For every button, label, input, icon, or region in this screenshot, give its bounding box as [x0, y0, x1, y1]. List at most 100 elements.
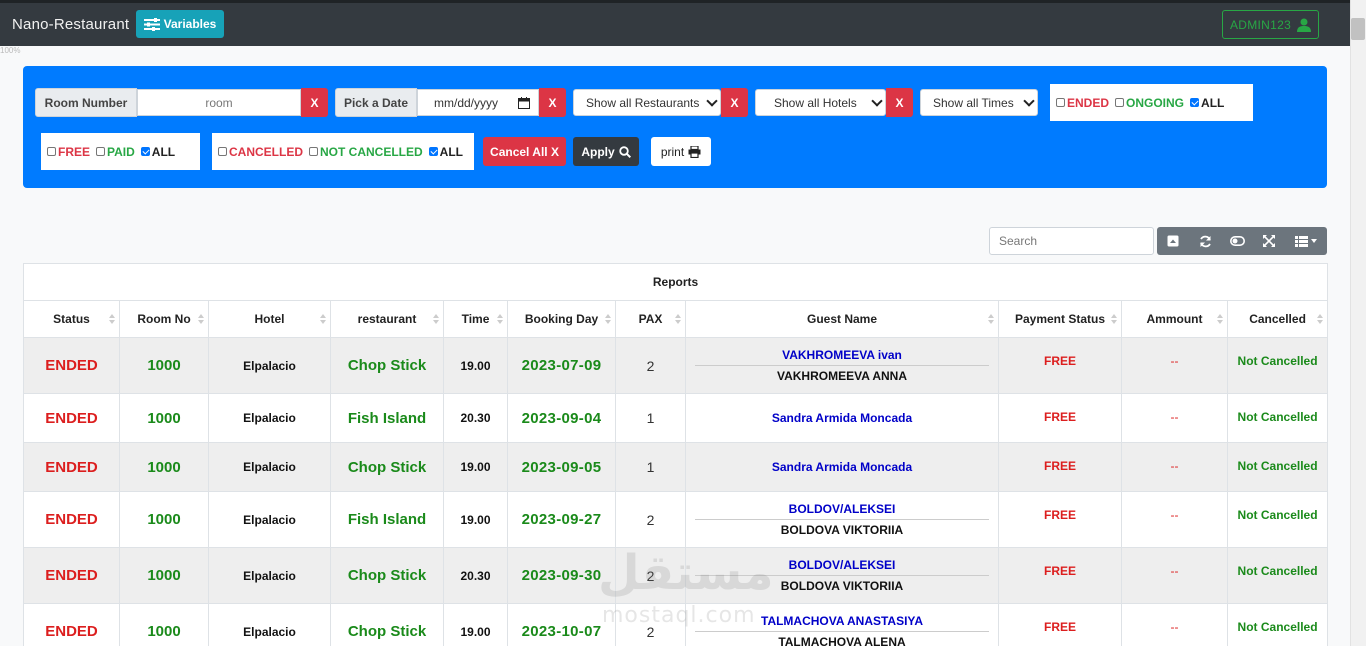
guest-name-primary[interactable]: VAKHROMEEVA ivan: [686, 348, 998, 362]
column-header[interactable]: Ammount: [1121, 300, 1228, 338]
sort-icon[interactable]: [988, 314, 994, 324]
checkbox-box[interactable]: [96, 147, 106, 156]
time-cell: 19.00: [443, 442, 508, 492]
restaurant-cell: Fish Island: [330, 491, 444, 548]
status-ended-checkbox[interactable]: ENDED: [1056, 96, 1109, 110]
payment-status-cell: FREE: [998, 603, 1122, 646]
pax-cell: 2: [615, 337, 686, 394]
toggle-view-button[interactable]: [1221, 227, 1253, 255]
variables-button[interactable]: Variables: [136, 10, 224, 38]
checkbox-box[interactable]: [218, 147, 227, 156]
hotel-select[interactable]: Show all Hotels: [755, 89, 886, 116]
guest-name-primary[interactable]: Sandra Armida Moncada: [686, 460, 998, 474]
cancel-all-checkbox[interactable]: ALL: [428, 145, 463, 159]
cancelled-cell: Not Cancelled: [1226, 603, 1329, 646]
table-row[interactable]: ENDED 1000 Elpalacio Chop Stick 20.30 2023-09…: [23, 547, 1329, 604]
hotel-select-value: Show all Hotels: [774, 95, 857, 110]
sort-icon[interactable]: [433, 314, 439, 324]
guest-divider: [695, 519, 989, 520]
table-row[interactable]: ENDED 1000 Elpalacio Chop Stick 19.00 2023-10…: [23, 603, 1329, 646]
checkbox-box[interactable]: [1056, 98, 1065, 107]
guest-name-secondary: VAKHROMEEVA ANNA: [776, 369, 907, 383]
table-row[interactable]: ENDED 1000 Elpalacio Chop Stick 19.00 2023-07…: [23, 337, 1329, 394]
table-row[interactable]: ENDED 1000 Elpalacio Fish Island 20.30 2023-0…: [23, 393, 1329, 443]
sort-icon[interactable]: [320, 314, 326, 324]
checkbox-box[interactable]: [309, 147, 318, 156]
checkbox-box[interactable]: [47, 147, 56, 156]
not-cancelled-checkbox[interactable]: NOT CANCELLED: [309, 145, 423, 159]
toggle-pagination-icon: [1167, 235, 1179, 247]
column-header[interactable]: restaurant: [330, 300, 444, 338]
page-scrollbar[interactable]: [1350, 0, 1366, 646]
clear-hotel-button[interactable]: X: [886, 88, 913, 117]
booking-day-cell: 2023-09-04: [507, 393, 616, 443]
apply-button[interactable]: Apply: [573, 137, 639, 166]
column-header[interactable]: Status: [23, 300, 120, 338]
column-header[interactable]: Payment Status: [998, 300, 1122, 338]
calendar-icon[interactable]: [518, 96, 530, 109]
sort-icon[interactable]: [675, 314, 681, 324]
columns-dropdown-button[interactable]: [1285, 227, 1327, 255]
payment-paid-checkbox[interactable]: PAID: [96, 145, 135, 159]
table-row[interactable]: ENDED 1000 Elpalacio Fish Island 19.00 2023-0…: [23, 491, 1329, 548]
pax-cell: 1: [615, 442, 686, 492]
booking-day-cell: 2023-09-27: [507, 491, 616, 548]
column-header[interactable]: Cancelled: [1226, 300, 1329, 338]
restaurant-cell: Chop Stick: [330, 547, 444, 604]
column-header[interactable]: Time: [443, 300, 508, 338]
sort-icon[interactable]: [1111, 314, 1117, 324]
column-header-label: restaurant: [357, 312, 417, 326]
guest-name-primary[interactable]: BOLDOV/ALEKSEI: [686, 558, 998, 572]
restaurant-cell: Chop Stick: [330, 603, 444, 646]
checkbox-box[interactable]: [1190, 98, 1200, 107]
print-button[interactable]: print: [651, 137, 711, 166]
guest-name-secondary: BOLDOVA VIKTORIIA: [780, 579, 904, 593]
sort-icon[interactable]: [109, 314, 115, 324]
table-row[interactable]: ENDED 1000 Elpalacio Chop Stick 19.00 2023-09…: [23, 442, 1329, 492]
guest-name-primary[interactable]: BOLDOV/ALEKSEI: [686, 502, 998, 516]
guest-divider: [695, 575, 989, 576]
column-header[interactable]: Room No: [119, 300, 209, 338]
hotel-cell: Elpalacio: [208, 603, 331, 646]
sort-icon[interactable]: [1217, 314, 1223, 324]
checkbox-box[interactable]: [1115, 98, 1125, 107]
clear-date-button[interactable]: X: [539, 88, 566, 117]
guest-name-primary[interactable]: TALMACHOVA ANASTASIYA: [686, 614, 998, 628]
refresh-button[interactable]: [1189, 227, 1221, 255]
table-caption: Reports: [22, 263, 1329, 301]
sort-icon[interactable]: [1317, 314, 1324, 324]
cancel-all-button[interactable]: Cancel All X: [483, 137, 566, 166]
payment-status-cell: FREE: [998, 491, 1122, 548]
scrollbar-thumb[interactable]: [1351, 18, 1365, 40]
sort-icon[interactable]: [605, 314, 611, 324]
payment-free-checkbox[interactable]: FREE: [47, 145, 90, 159]
table-search-input[interactable]: Search: [989, 227, 1154, 255]
column-header[interactable]: Hotel: [208, 300, 331, 338]
guest-name-primary[interactable]: Sandra Armida Moncada: [686, 411, 998, 425]
column-header[interactable]: PAX: [615, 300, 686, 338]
print-label: print: [660, 144, 685, 159]
brand-title[interactable]: Nano-Restaurant: [12, 16, 129, 33]
column-header[interactable]: Guest Name: [685, 300, 999, 338]
status-all-checkbox[interactable]: ALL: [1190, 96, 1224, 110]
time-select[interactable]: Show all Times: [920, 89, 1038, 116]
sort-icon[interactable]: [497, 314, 503, 324]
fullscreen-button[interactable]: [1253, 227, 1285, 255]
guest-name-cell: BOLDOV/ALEKSEI BOLDOVA VIKTORIIA: [685, 547, 999, 604]
date-input[interactable]: mm/dd/yyyy: [417, 89, 539, 116]
status-ongoing-checkbox[interactable]: ONGOING: [1115, 96, 1184, 110]
column-header[interactable]: Booking Day: [507, 300, 616, 338]
checkbox-box[interactable]: [140, 147, 150, 156]
restaurant-select[interactable]: Show all Restaurants: [573, 89, 721, 116]
sort-icon[interactable]: [198, 314, 204, 324]
payment-all-checkbox[interactable]: ALL: [140, 145, 175, 159]
checkbox-box[interactable]: [428, 147, 438, 156]
clear-restaurant-button[interactable]: X: [721, 88, 748, 117]
toggle-pagination-button[interactable]: [1157, 227, 1189, 255]
amount-cell: --: [1121, 491, 1228, 548]
room-number-label: Room Number: [35, 88, 137, 117]
clear-room-button[interactable]: X: [301, 88, 328, 117]
room-number-input[interactable]: room: [137, 89, 301, 116]
cancelled-checkbox[interactable]: CANCELLED: [218, 145, 303, 159]
user-account-button[interactable]: ADMIN123: [1222, 10, 1319, 39]
